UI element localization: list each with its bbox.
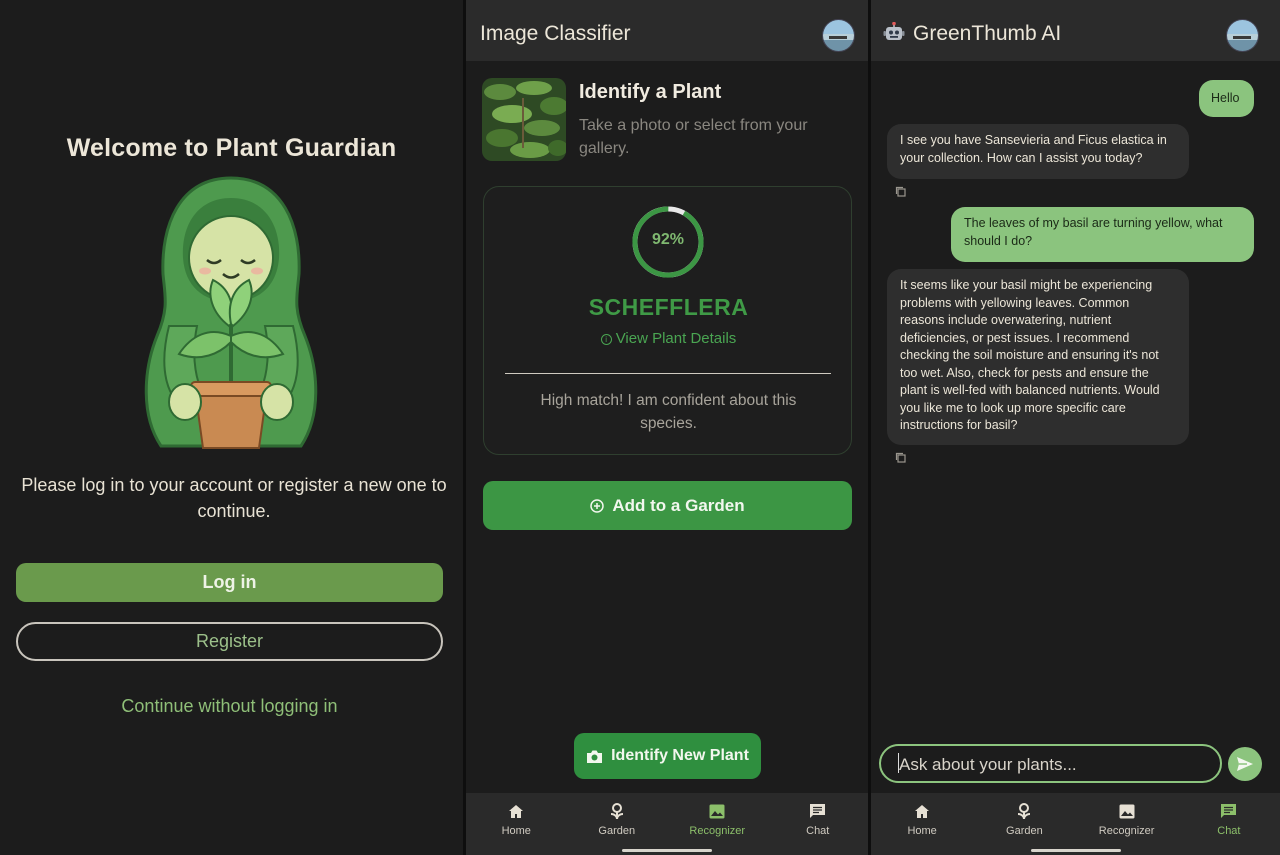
add-to-garden-button[interactable]: Add to a Garden (483, 481, 852, 530)
gesture-bar (1030, 849, 1121, 852)
identify-new-plant-label: Identify New Plant (611, 747, 749, 764)
bottom-nav: Home Garden Recognizer Chat (466, 793, 868, 855)
send-icon (1237, 757, 1253, 771)
match-message: High match! I am confident about this sp… (540, 392, 797, 432)
chat-input[interactable]: Ask about your plants... (879, 744, 1222, 783)
continue-without-login-link[interactable]: Continue without logging in (0, 696, 459, 717)
login-screen: Welcome to Plant Guardian Please log in … (0, 0, 463, 855)
chat-screen: GreenThumb AI Hello I see you have Sanse… (871, 0, 1280, 855)
send-button[interactable] (1228, 747, 1262, 781)
app-bar: GreenThumb AI (871, 0, 1280, 61)
classifier-screen: Image Classifier Identify a Plant Take a… (466, 0, 868, 855)
login-button[interactable]: Log in (16, 563, 443, 602)
register-button[interactable]: Register (16, 622, 443, 661)
chat-title: GreenThumb AI (913, 22, 1062, 45)
info-icon: i (600, 334, 612, 345)
bot-message: It seems like your basil might be experi… (887, 269, 1189, 445)
avatar[interactable] (822, 19, 855, 52)
species-name: SCHEFFLERA (588, 294, 749, 320)
page-title: Image Classifier (480, 22, 631, 45)
robot-icon (883, 21, 905, 49)
chat-icon (1220, 801, 1237, 821)
identify-new-plant-button[interactable]: Identify New Plant (574, 733, 761, 779)
view-details-link[interactable]: i View Plant Details (484, 330, 853, 347)
plant-guardian-mascot (139, 176, 323, 454)
nav-garden-label: Garden (1006, 825, 1043, 837)
copy-icon[interactable] (895, 452, 907, 464)
copy-icon[interactable] (895, 186, 907, 198)
nav-chat[interactable]: Chat (768, 793, 869, 855)
login-instructions: Please log in to your account or registe… (21, 475, 447, 521)
nav-chat[interactable]: Chat (1178, 793, 1280, 855)
identify-subtitle: Take a photo or select from your gallery… (579, 117, 808, 157)
confidence-percent: 92% (651, 231, 685, 248)
nav-home-label: Home (907, 825, 937, 837)
nav-home-label: Home (501, 825, 531, 837)
nav-chat-label: Chat (806, 825, 830, 837)
bottom-nav: Home Garden Recognizer Chat (871, 793, 1280, 855)
nav-home[interactable]: Home (466, 793, 567, 855)
nav-recognizer-label: Recognizer (689, 825, 746, 837)
view-details-label: View Plant Details (615, 330, 737, 347)
camera-icon (587, 750, 603, 763)
nav-recognizer[interactable]: Recognizer (1076, 793, 1178, 855)
garden-icon (1017, 801, 1031, 821)
home-icon (914, 801, 930, 821)
image-icon (709, 801, 725, 821)
text-caret (898, 753, 899, 773)
add-circle-icon (590, 498, 605, 513)
nav-garden[interactable]: Garden (567, 793, 668, 855)
avatar[interactable] (1226, 19, 1259, 52)
bot-message: I see you have Sansevieria and Ficus ela… (887, 124, 1189, 179)
image-icon (1119, 801, 1135, 821)
nav-recognizer-label: Recognizer (1098, 825, 1155, 837)
app-bar: Image Classifier (466, 0, 868, 61)
welcome-title: Welcome to Plant Guardian (66, 134, 397, 162)
nav-garden-label: Garden (598, 825, 636, 837)
garden-icon (610, 801, 624, 821)
plant-thumbnail[interactable] (482, 78, 566, 161)
nav-garden[interactable]: Garden (973, 793, 1075, 855)
add-to-garden-label: Add to a Garden (612, 495, 745, 515)
divider (505, 373, 831, 374)
identify-title: Identify a Plant (579, 81, 722, 103)
home-icon (508, 801, 524, 821)
nav-home[interactable]: Home (871, 793, 973, 855)
nav-chat-label: Chat (1217, 825, 1241, 837)
result-card: 92% SCHEFFLERA i View Plant Details High … (483, 186, 852, 455)
user-message: Hello (1199, 80, 1254, 117)
gesture-bar (622, 849, 712, 852)
chat-icon (809, 801, 826, 821)
user-message: The leaves of my basil are turning yello… (951, 207, 1254, 262)
nav-recognizer[interactable]: Recognizer (667, 793, 768, 855)
